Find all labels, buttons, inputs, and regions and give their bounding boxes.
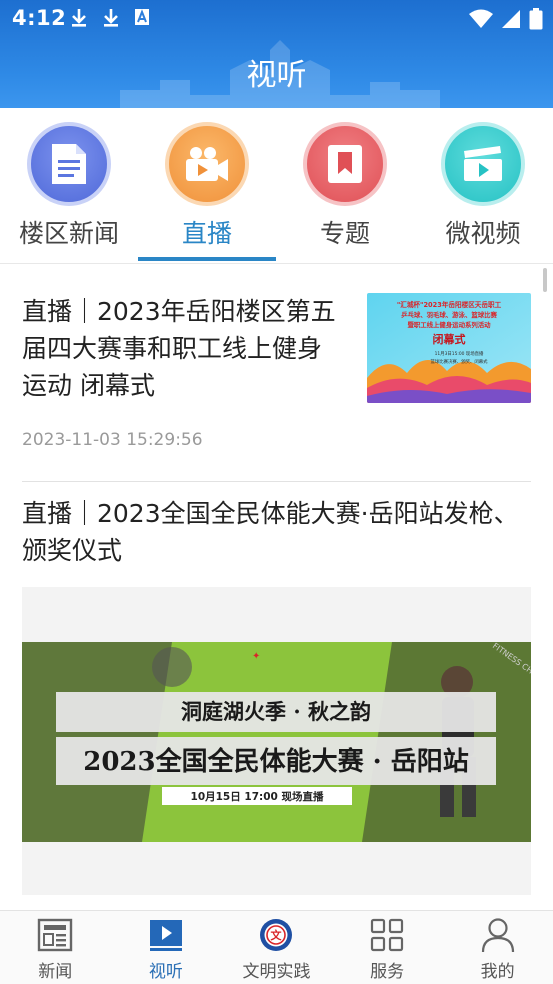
civilization-emblem-icon: 文: [257, 917, 295, 953]
feed-item-timestamp: 2023-11-03 15:29:56: [22, 430, 203, 450]
nav-services[interactable]: 服务: [332, 911, 443, 984]
status-bar: 4:12: [0, 0, 553, 36]
download-icon: [104, 9, 118, 27]
svg-text:✦: ✦: [252, 651, 260, 662]
wifi-icon: [469, 9, 493, 28]
nav-news-label: 新闻: [38, 962, 73, 982]
download-icon: [72, 9, 86, 27]
newspaper-icon: [36, 917, 74, 953]
tab-topics-label: 专题: [319, 219, 370, 248]
tab-live-label: 直播: [181, 219, 232, 248]
page-title: 视听: [246, 58, 307, 93]
bookmark-icon: [303, 122, 387, 206]
nav-news[interactable]: 新闻: [0, 911, 111, 984]
nav-civilization[interactable]: 文 文明实践: [221, 911, 332, 984]
feed-divider: [22, 481, 531, 482]
feed-item-image[interactable]: ✦ 洞庭湖火季 · 秋之韵 2023全国全民体能大赛 · 岳阳站 10月15日 …: [22, 587, 531, 895]
nav-profile-label: 我的: [480, 962, 515, 982]
grid-apps-icon: [368, 917, 406, 953]
thumb-line1: "汇城杯"2023年岳阳楼区天岳职工: [397, 300, 502, 309]
thumb-small2: 篮球比赛决赛、颁奖、闭幕式: [430, 358, 488, 365]
nav-profile[interactable]: 我的: [442, 911, 553, 984]
signal-icon: [502, 10, 520, 28]
feed-item-thumbnail[interactable]: "汇城杯"2023年岳阳楼区天岳职工 乒乓球、羽毛球、游泳、篮球比赛 暨职工线上…: [367, 293, 531, 403]
nav-video[interactable]: 视听: [111, 911, 222, 984]
thumb-banner: 闭幕式: [433, 332, 466, 346]
nav-video-label: 视听: [148, 962, 183, 982]
content-feed[interactable]: 直播｜2023年岳阳楼区第五届四大赛事和职工线上健身运动 闭幕式 "汇城杯"20…: [0, 265, 553, 910]
image-line2: 2023全国全民体能大赛 · 岳阳站: [83, 746, 469, 777]
tab-micro-video-label: 微视频: [445, 219, 521, 248]
feed-item-title[interactable]: 直播｜2023全国全民体能大赛·岳阳站发枪、颁奖仪式: [22, 495, 532, 569]
thumb-line3: 暨职工线上健身运动系列活动: [407, 320, 491, 329]
user-profile-icon: [479, 917, 517, 953]
active-tab-indicator: [138, 257, 276, 261]
app-notification-icon: [135, 9, 149, 25]
tab-news-label: 楼区新闻: [18, 219, 119, 248]
news-document-icon: [27, 122, 111, 206]
status-time: 4:12: [12, 6, 67, 30]
tab-topics[interactable]: 专题: [276, 122, 414, 250]
thumb-small1: 11月3日15:00 现场直播: [435, 350, 484, 357]
clapperboard-icon: [441, 122, 525, 206]
image-line3: 10月15日 17:00 现场直播: [191, 790, 324, 803]
tab-micro-video[interactable]: 微视频: [414, 122, 552, 250]
category-tabs: 楼区新闻 直播 专题 微视频: [0, 108, 553, 264]
tab-news[interactable]: 楼区新闻: [0, 122, 138, 250]
bottom-navigation: 新闻 视听 文 文明实践 服务 我的: [0, 910, 553, 984]
feed-item-title[interactable]: 直播｜2023年岳阳楼区第五届四大赛事和职工线上健身运动 闭幕式: [22, 293, 342, 404]
battery-icon: [529, 8, 543, 30]
tab-live[interactable]: 直播: [138, 122, 276, 250]
video-camera-icon: [165, 122, 249, 206]
play-video-icon: [147, 917, 185, 953]
nav-civilization-label: 文明实践: [242, 962, 311, 982]
thumb-line2: 乒乓球、羽毛球、游泳、篮球比赛: [401, 310, 497, 319]
svg-text:文: 文: [271, 928, 283, 942]
nav-services-label: 服务: [370, 962, 405, 982]
app-header: 4:12 视听: [0, 0, 553, 108]
image-line1: 洞庭湖火季 · 秋之韵: [181, 699, 371, 724]
